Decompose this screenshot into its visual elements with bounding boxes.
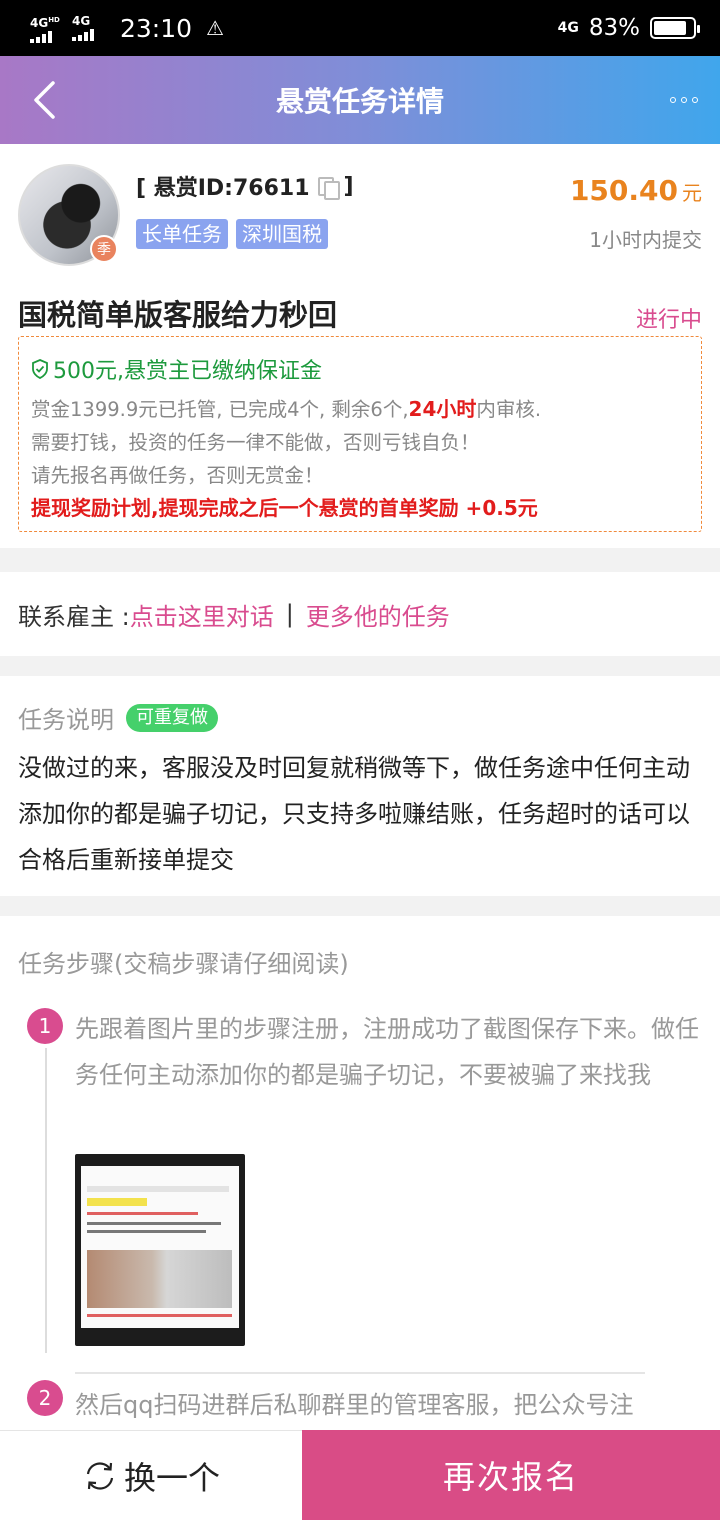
back-button[interactable] bbox=[18, 74, 70, 126]
divider bbox=[75, 1372, 645, 1374]
notice-box: 500元,悬赏主已缴纳保证金 赏金1399.9元已托管, 已完成4个, 剩余6个… bbox=[18, 336, 702, 532]
more-tasks-link[interactable]: 更多他的任务 bbox=[306, 597, 450, 632]
step-text: 先跟着图片里的步骤注册，注册成功了截图保存下来。做任务任何主动添加你的都是骗子切… bbox=[75, 1015, 699, 1089]
divider bbox=[0, 548, 720, 572]
task-summary-card: 季 [ 悬赏ID:76611 ] 长单任务 深圳国税 150.40 元 1小时内提… bbox=[0, 144, 720, 548]
status-badge: 进行中 bbox=[635, 308, 702, 333]
warning-icon: ⚠ bbox=[206, 16, 224, 40]
link-divider: | bbox=[285, 600, 294, 628]
signal-icon: 4G bbox=[72, 15, 106, 41]
description-text: 没做过的来，客服没及时回复就稍微等下，做任务途中任何主动添加你的都是骗子切记，只… bbox=[18, 754, 690, 874]
reward-id: [ 悬赏ID:76611 ] bbox=[136, 173, 354, 202]
page-title: 悬赏任务详情 bbox=[275, 85, 444, 118]
signup-again-button[interactable]: 再次报名 bbox=[302, 1430, 720, 1520]
more-button[interactable] bbox=[662, 82, 706, 118]
section-title: 任务说明 bbox=[18, 706, 114, 734]
contact-label: 联系雇主 : bbox=[18, 602, 130, 631]
signal-icon: 4GHD bbox=[30, 14, 64, 43]
submit-deadline: 1小时内提交 bbox=[589, 228, 702, 252]
deposit-notice: 500元,悬赏主已缴纳保证金 bbox=[31, 353, 689, 385]
shield-check-icon bbox=[32, 359, 48, 379]
copy-icon[interactable] bbox=[316, 175, 340, 200]
network-type: 4G bbox=[557, 20, 579, 36]
step-number: 1 bbox=[27, 1008, 63, 1044]
battery-percent: 83% bbox=[588, 15, 640, 41]
chevron-left-icon bbox=[34, 81, 55, 119]
reward-price: 150.40 元 bbox=[569, 174, 702, 207]
clock: 23:10 bbox=[120, 13, 193, 43]
step-screenshot[interactable] bbox=[75, 1154, 245, 1346]
tag: 深圳国税 bbox=[236, 219, 328, 249]
step-text: 然后qq扫码进群后私聊群里的管理客服，把公众号注 bbox=[75, 1391, 634, 1419]
task-title: 国税简单版客服给力秒回 bbox=[18, 298, 338, 332]
escrow-info: 赏金1399.9元已托管, 已完成4个, 剩余6个,24小时内审核. bbox=[31, 397, 542, 421]
contact-employer-row: 联系雇主 : 点击这里对话 | 更多他的任务 bbox=[0, 572, 720, 656]
tag: 长单任务 bbox=[136, 219, 228, 249]
step-connector bbox=[45, 1048, 47, 1353]
step-number: 2 bbox=[27, 1380, 63, 1416]
task-steps: 任务步骤(交稿步骤请仔细阅读) 1 先跟着图片里的步骤注册，注册成功了截图保存下… bbox=[0, 916, 720, 1430]
more-dots-icon bbox=[670, 97, 676, 103]
bottom-action-bar: 换一个 再次报名 bbox=[0, 1430, 720, 1520]
divider bbox=[0, 896, 720, 916]
divider bbox=[0, 656, 720, 676]
signup-reminder: 请先报名再做任务，否则无赏金！ bbox=[31, 464, 324, 487]
chat-link[interactable]: 点击这里对话 bbox=[130, 597, 274, 632]
status-bar: 4GHD 4G 23:10 ⚠ 4G 83% bbox=[0, 0, 720, 56]
battery-icon bbox=[650, 17, 700, 39]
bonus-plan: 提现奖励计划,提现完成之后一个悬赏的首单奖励 +0.5元 bbox=[31, 496, 538, 520]
refresh-icon bbox=[86, 1461, 114, 1490]
swap-task-button[interactable]: 换一个 bbox=[0, 1430, 302, 1520]
task-tags: 长单任务 深圳国税 bbox=[136, 219, 328, 249]
app-header: 悬赏任务详情 bbox=[0, 56, 720, 144]
task-description: 任务说明 可重复做 没做过的来，客服没及时回复就稍微等下，做任务途中任何主动添加… bbox=[0, 676, 720, 896]
repeatable-badge: 可重复做 bbox=[126, 703, 218, 732]
warning-text: 需要打钱，投资的任务一律不能做，否则亏钱自负！ bbox=[31, 431, 480, 454]
avatar-badge: 季 bbox=[90, 235, 118, 263]
section-title: 任务步骤(交稿步骤请仔细阅读) bbox=[18, 950, 349, 978]
